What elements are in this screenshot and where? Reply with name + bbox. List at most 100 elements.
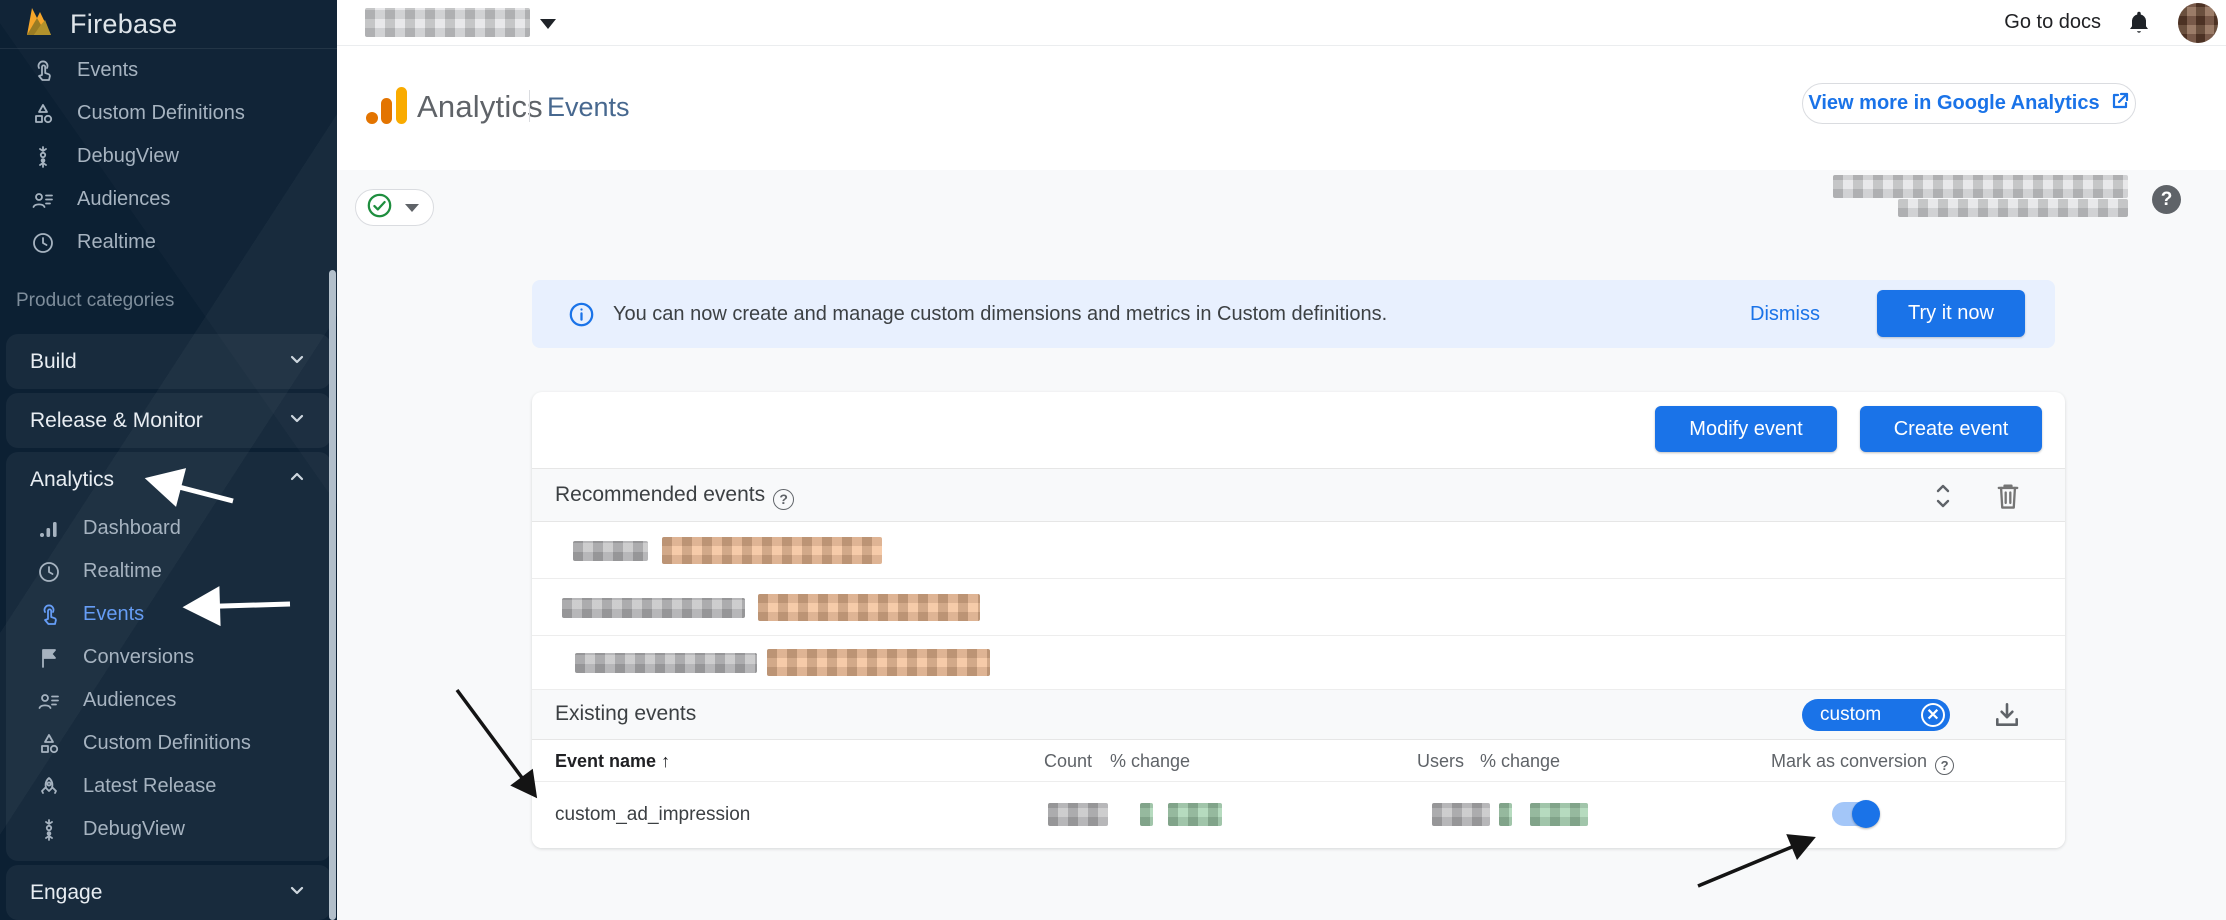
firebase-brand[interactable]: Firebase <box>0 0 337 49</box>
go-to-docs-link[interactable]: Go to docs <box>2004 11 2101 34</box>
clock-icon <box>36 559 61 584</box>
sidebar-item-realtime[interactable]: Realtime <box>6 550 331 593</box>
sidebar-item-label: Conversions <box>83 646 194 669</box>
user-avatar[interactable] <box>2178 3 2218 43</box>
tap-icon <box>30 58 55 83</box>
card-actions: Modify event Create event <box>532 392 2065 468</box>
date-range-selector-redacted[interactable] <box>1833 175 2133 219</box>
sidebar-item-custom-definitions[interactable]: Custom Definitions <box>6 722 331 765</box>
app-filter-chip[interactable] <box>355 189 434 226</box>
redacted-event-description <box>662 537 882 564</box>
column-mark-as-conversion: Mark as conversion? <box>1771 751 1954 775</box>
existing-events-header: Existing events custom ✕ <box>532 690 2065 740</box>
redacted-event-name <box>573 541 648 561</box>
column-event-name[interactable]: Event name ↑ <box>555 751 670 772</box>
header-divider <box>529 90 530 122</box>
tap-icon <box>36 602 61 627</box>
event-table-row: custom_ad_impression <box>532 782 2065 848</box>
shapes-icon <box>30 101 55 126</box>
help-button[interactable]: ? <box>2152 185 2181 214</box>
sidebar-item-events-active[interactable]: Events <box>6 593 331 636</box>
audiences-icon <box>30 187 55 212</box>
redacted-event-description <box>758 594 980 621</box>
custom-filter-chip[interactable]: custom ✕ <box>1802 699 1950 731</box>
dismiss-button[interactable]: Dismiss <box>1750 303 1820 326</box>
google-analytics-logo-icon <box>366 86 408 124</box>
section-analytics-header[interactable]: Analytics <box>6 452 331 507</box>
shapes-icon <box>36 731 61 756</box>
firebase-logo-icon <box>24 5 54 44</box>
sidebar-item-audiences[interactable]: Audiences <box>6 679 331 722</box>
redacted-event-name <box>575 653 757 673</box>
sidebar-scrolled-items: Events Custom Definitions DebugView Audi… <box>0 49 337 264</box>
sidebar-item-label: Events <box>77 59 138 82</box>
trash-icon[interactable] <box>1994 481 2022 511</box>
debug-plumb-icon <box>30 144 55 169</box>
redacted-event-description <box>767 649 990 676</box>
column-percent-change: % change <box>1110 751 1190 772</box>
redacted-event-name <box>562 598 745 618</box>
brand-name: Firebase <box>70 9 177 40</box>
recommended-events-header: Recommended events? <box>532 468 2065 522</box>
info-banner: You can now create and manage custom dim… <box>532 280 2055 348</box>
sidebar-item-label: Custom Definitions <box>83 732 251 755</box>
column-users: Users <box>1417 751 1464 772</box>
view-more-label: View more in Google Analytics <box>1808 92 2099 115</box>
sidebar-item-label: Realtime <box>83 560 162 583</box>
try-it-now-button[interactable]: Try it now <box>1877 290 2025 337</box>
section-build-header[interactable]: Build <box>6 334 331 389</box>
chevron-up-icon <box>287 467 307 492</box>
external-link-icon <box>2110 91 2130 117</box>
chevron-down-icon <box>287 408 307 433</box>
section-engage: Engage <box>6 865 331 920</box>
section-release-monitor-header[interactable]: Release & Monitor <box>6 393 331 448</box>
view-more-google-analytics-button[interactable]: View more in Google Analytics <box>1802 83 2136 124</box>
existing-events-title: Existing events <box>555 702 696 726</box>
sidebar-item-label: Audiences <box>83 689 176 712</box>
events-card: Modify event Create event Recommended ev… <box>532 392 2065 848</box>
modify-event-button[interactable]: Modify event <box>1655 406 1837 452</box>
chevron-down-icon <box>287 880 307 905</box>
help-question-icon: ? <box>1935 756 1954 775</box>
sidebar-item-latest-release[interactable]: Latest Release <box>6 765 331 808</box>
sidebar-item-events-top[interactable]: Events <box>0 49 337 92</box>
events-table-header: Event name ↑ Count % change Users % chan… <box>532 740 2065 782</box>
download-icon[interactable] <box>1993 701 2021 729</box>
sidebar-item-debugview[interactable]: DebugView <box>6 808 331 851</box>
sidebar-item-realtime-top[interactable]: Realtime <box>0 221 337 264</box>
recommended-event-row <box>532 579 2065 636</box>
sort-icon[interactable] <box>1930 482 1956 510</box>
rocket-icon <box>36 774 61 799</box>
sidebar-item-dashboard[interactable]: Dashboard <box>6 507 331 550</box>
sidebar-item-conversions[interactable]: Conversions <box>6 636 331 679</box>
analytics-header: Analytics Events View more in Google Ana… <box>337 46 2226 170</box>
sidebar-item-audiences-top[interactable]: Audiences <box>0 178 337 221</box>
sidebar-scrollbar[interactable] <box>329 270 336 920</box>
debug-plumb-icon <box>36 817 61 842</box>
audiences-icon <box>36 688 61 713</box>
clock-icon <box>30 230 55 255</box>
sidebar-item-label: Events <box>83 603 144 626</box>
create-event-button[interactable]: Create event <box>1860 406 2042 452</box>
banner-message: You can now create and manage custom dim… <box>613 303 1387 326</box>
main-area: Go to docs Analytics Events View more in… <box>337 0 2226 920</box>
caret-down-icon <box>405 204 419 212</box>
sidebar-item-debugview-top[interactable]: DebugView <box>0 135 337 178</box>
section-release-monitor: Release & Monitor <box>6 393 331 448</box>
sidebar-item-custom-definitions-top[interactable]: Custom Definitions <box>0 92 337 135</box>
notifications-bell-icon[interactable] <box>2124 8 2154 38</box>
section-label: Build <box>30 350 77 374</box>
sidebar-item-label: DebugView <box>77 145 179 168</box>
remove-filter-icon[interactable]: ✕ <box>1921 703 1945 727</box>
project-selector-redacted[interactable] <box>365 8 530 37</box>
section-analytics: Analytics Dashboard Realtime Events <box>6 452 331 861</box>
redacted-change-value <box>1168 803 1222 826</box>
check-circle-icon <box>366 192 393 224</box>
section-engage-header[interactable]: Engage <box>6 865 331 920</box>
sidebar: Firebase Events Custom Definitions Debug… <box>0 0 337 920</box>
sidebar-item-label: Realtime <box>77 231 156 254</box>
recommended-event-row <box>532 522 2065 579</box>
recommended-events-title: Recommended events? <box>555 483 794 510</box>
mark-as-conversion-toggle[interactable] <box>1832 800 1880 828</box>
sidebar-item-label: Custom Definitions <box>77 102 245 125</box>
